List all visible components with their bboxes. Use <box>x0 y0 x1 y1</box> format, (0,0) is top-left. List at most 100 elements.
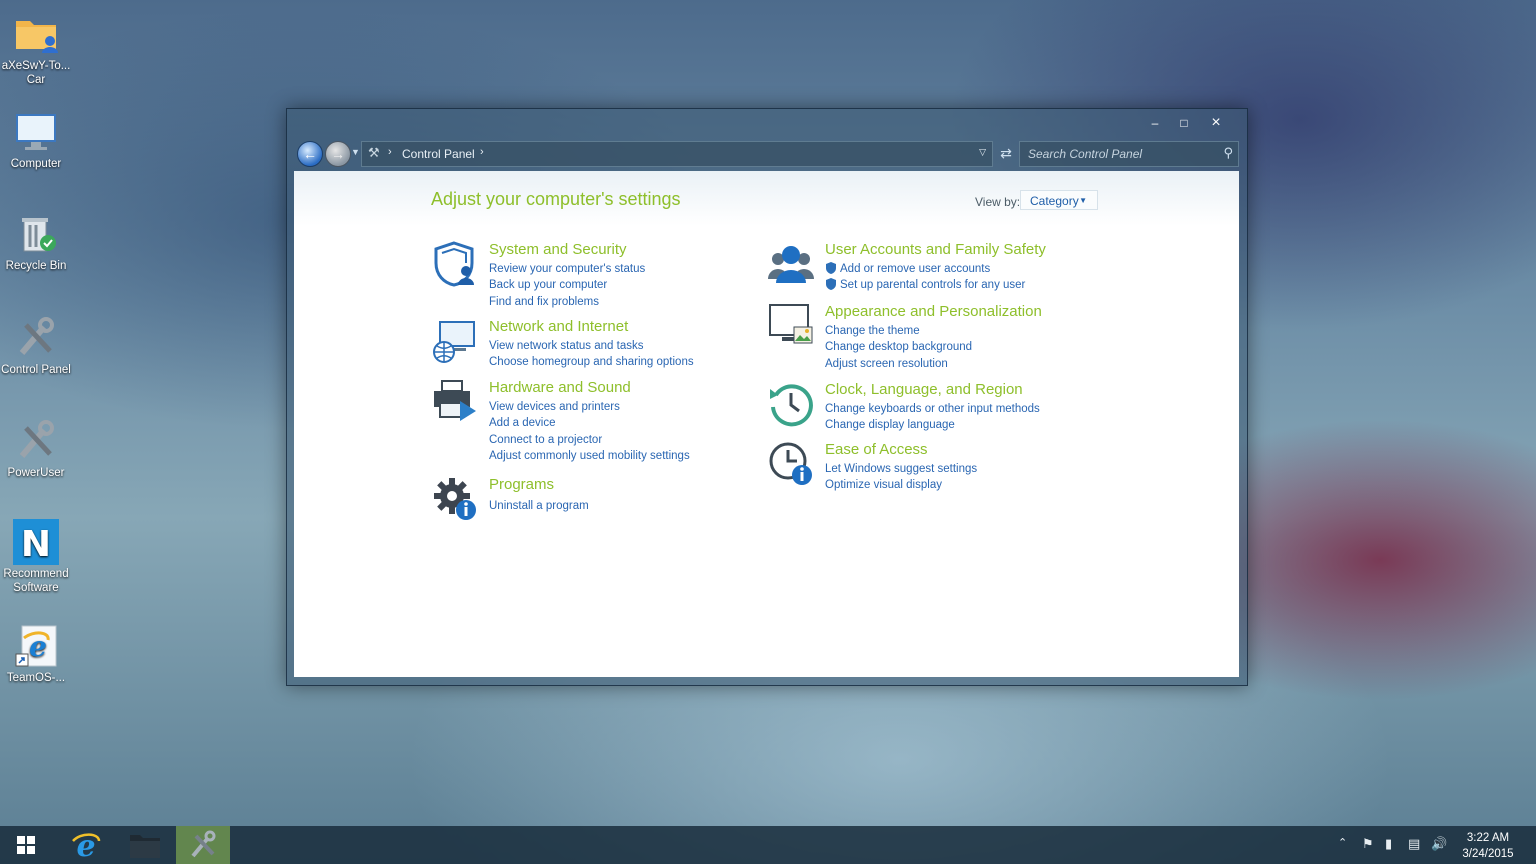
monitor-icon <box>12 110 60 154</box>
svg-text:N: N <box>21 524 51 565</box>
users-icon <box>768 241 814 287</box>
view-by-label: View by: <box>975 195 1021 209</box>
desktop-icon-poweruser[interactable]: PowerUser <box>0 419 72 480</box>
link-homegroup[interactable]: Choose homegroup and sharing options <box>489 354 694 370</box>
desktop-icon-label: Computer <box>10 158 62 170</box>
chevron-right-icon[interactable]: › <box>480 146 484 158</box>
internet-explorer-icon: e <box>72 829 101 861</box>
tools-icon <box>12 419 60 463</box>
link-projector[interactable]: Connect to a projector <box>489 432 690 448</box>
category-title[interactable]: Ease of Access <box>825 441 928 458</box>
link-keyboards[interactable]: Change keyboards or other input methods <box>825 401 1040 417</box>
tools-icon <box>12 316 60 360</box>
forward-button[interactable]: → <box>325 141 351 167</box>
link-display-language[interactable]: Change display language <box>825 417 1040 433</box>
link-devices-printers[interactable]: View devices and printers <box>489 399 690 415</box>
category-title[interactable]: Programs <box>489 476 554 493</box>
folder-user-icon <box>12 12 60 56</box>
network-icon[interactable]: ▤ <box>1408 836 1420 852</box>
maximize-button[interactable]: □ <box>1171 113 1197 133</box>
desktop-icon-label: aXeSwY-To... Car <box>1 60 71 86</box>
windows-logo-icon <box>17 836 35 854</box>
link-review-status[interactable]: Review your computer's status <box>489 261 645 277</box>
taskbar-control-panel[interactable] <box>176 826 230 864</box>
clock-arrow-icon <box>768 381 814 427</box>
chevron-right-icon[interactable]: › <box>388 146 392 158</box>
category-title[interactable]: User Accounts and Family Safety <box>825 241 1046 258</box>
view-by-value: Category <box>1030 194 1079 208</box>
desktop-icon-recommend-software[interactable]: N Recommend Software <box>0 519 72 595</box>
link-add-device[interactable]: Add a device <box>489 415 690 431</box>
caret-down-icon: ▼ <box>1079 196 1087 205</box>
desktop-icon-label: Recycle Bin <box>5 260 67 272</box>
link-suggest-settings[interactable]: Let Windows suggest settings <box>825 461 977 477</box>
show-hidden-icons-chevron-icon[interactable]: ⌃ <box>1338 836 1347 849</box>
minimize-button[interactable]: – <box>1142 113 1168 133</box>
taskbar: e ⌃ ⚑ ▮ ▤ 🔊 3:22 AM 3/24/2015 <box>0 826 1536 864</box>
search-input[interactable] <box>1020 142 1220 166</box>
uac-shield-icon <box>826 262 836 274</box>
taskbar-file-explorer[interactable] <box>117 826 173 864</box>
view-by-dropdown[interactable]: Category ▼ <box>1020 190 1098 210</box>
shield-user-icon <box>432 241 478 287</box>
link-find-fix[interactable]: Find and fix problems <box>489 294 645 310</box>
desktop-icon-label: Recommend Software <box>3 568 69 594</box>
category-title[interactable]: Clock, Language, and Region <box>825 381 1023 398</box>
desktop-icon-label: Control Panel <box>1 364 71 376</box>
desktop-icon-label: PowerUser <box>7 467 65 479</box>
title-bar[interactable]: – □ × <box>287 109 1247 139</box>
search-box: ⚲ <box>1019 141 1239 167</box>
desktop-icon-label: TeamOS-... <box>6 672 66 684</box>
link-text: Set up parental controls for any user <box>840 279 1026 292</box>
navigation-bar: ← → ▼ ⚒ › Control Panel › ▽ ⇄ ⚲ <box>295 139 1239 169</box>
refresh-button[interactable]: ⇄ <box>995 142 1017 164</box>
action-center-flag-icon[interactable]: ⚑ <box>1362 836 1374 852</box>
address-dropdown-icon[interactable]: ▽ <box>979 147 986 158</box>
desktop-icon-computer[interactable]: Computer <box>0 110 72 171</box>
recycle-bin-icon <box>12 212 60 256</box>
link-uninstall[interactable]: Uninstall a program <box>489 498 589 514</box>
desktop-icon-teamos[interactable]: e TeamOS-... <box>0 624 72 685</box>
clock-time: 3:22 AM <box>1466 832 1510 844</box>
arrow-left-icon: ← <box>303 146 317 162</box>
internet-explorer-shortcut-icon: e <box>12 624 60 668</box>
gear-info-icon <box>432 476 478 522</box>
start-button[interactable] <box>0 826 52 864</box>
page-title: Adjust your computer's settings <box>431 189 681 209</box>
power-icon[interactable]: ▮ <box>1385 836 1392 852</box>
link-screen-resolution[interactable]: Adjust screen resolution <box>825 356 972 372</box>
category-title[interactable]: System and Security <box>489 241 627 258</box>
recent-pages-dropdown[interactable]: ▼ <box>351 147 360 157</box>
breadcrumb-control-panel[interactable]: Control Panel <box>402 147 475 161</box>
link-change-theme[interactable]: Change the theme <box>825 323 972 339</box>
system-clock[interactable]: 3:22 AM 3/24/2015 <box>1458 830 1518 862</box>
folder-icon <box>130 835 160 858</box>
back-button[interactable]: ← <box>297 141 323 167</box>
monitor-picture-icon <box>768 303 814 349</box>
link-parental-controls[interactable]: Set up parental controls for any user <box>825 277 1025 293</box>
control-panel-content: Adjust your computer's settings View by:… <box>294 171 1239 677</box>
category-title[interactable]: Hardware and Sound <box>489 379 631 396</box>
category-title[interactable]: Network and Internet <box>489 318 628 335</box>
uac-shield-icon <box>826 278 836 291</box>
volume-icon[interactable]: 🔊 <box>1431 836 1447 852</box>
desktop-icon-recycle-bin[interactable]: Recycle Bin <box>0 212 72 273</box>
address-bar[interactable]: ⚒ › Control Panel › ▽ <box>361 141 993 167</box>
link-mobility[interactable]: Adjust commonly used mobility settings <box>489 448 690 464</box>
link-optimize-visual[interactable]: Optimize visual display <box>825 477 977 493</box>
link-desktop-background[interactable]: Change desktop background <box>825 339 972 355</box>
arrow-right-icon: → <box>331 146 345 162</box>
category-title[interactable]: Appearance and Personalization <box>825 303 1042 320</box>
link-text: Add or remove user accounts <box>840 263 991 275</box>
clock-date: 3/24/2015 <box>1462 848 1514 860</box>
desktop-icon-user-folder[interactable]: aXeSwY-To... Car <box>0 12 72 87</box>
taskbar-internet-explorer[interactable]: e <box>58 826 114 864</box>
control-panel-icon: ⚒ <box>368 145 380 160</box>
clock-info-icon <box>768 441 814 487</box>
link-back-up[interactable]: Back up your computer <box>489 277 645 293</box>
search-icon[interactable]: ⚲ <box>1223 145 1233 161</box>
desktop-icon-control-panel[interactable]: Control Panel <box>0 316 72 377</box>
link-add-remove-users[interactable]: Add or remove user accounts <box>825 261 1025 277</box>
close-button[interactable]: × <box>1203 113 1229 133</box>
link-network-status[interactable]: View network status and tasks <box>489 338 694 354</box>
